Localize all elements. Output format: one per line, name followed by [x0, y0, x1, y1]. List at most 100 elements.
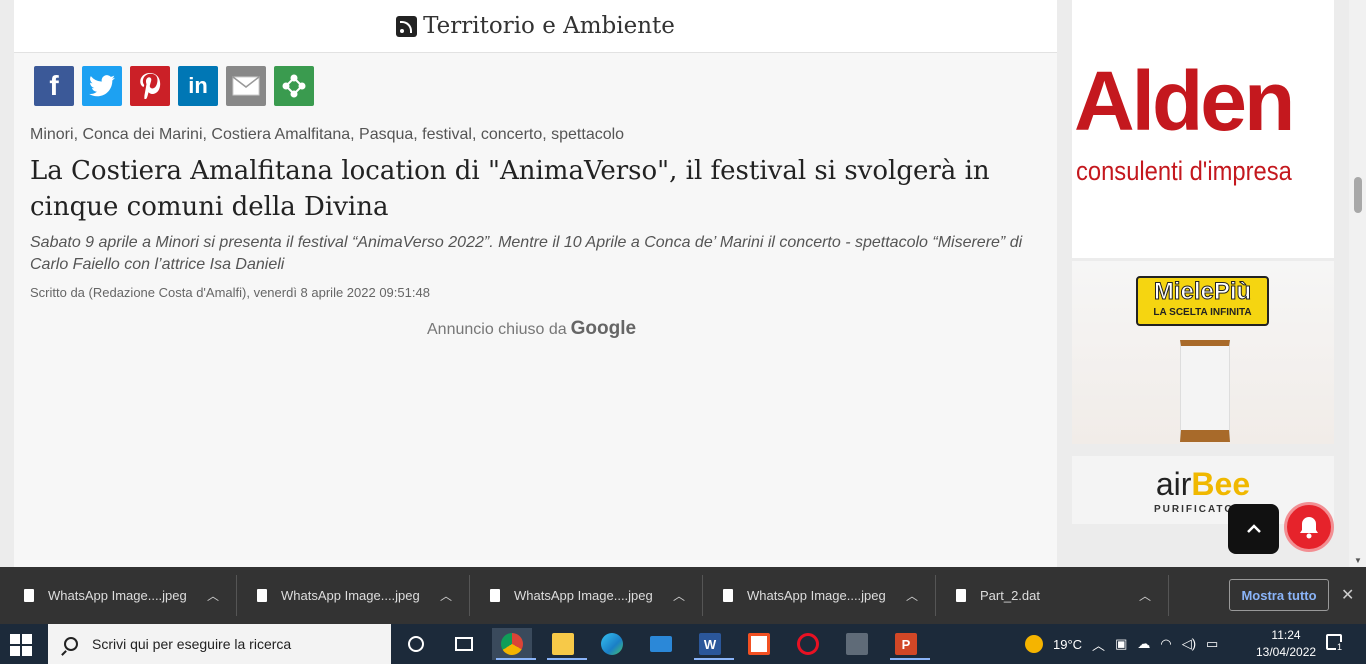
taskbar-app-mail[interactable] — [641, 628, 681, 660]
article-tags[interactable]: Minori, Conca dei Marini, Costiera Amalf… — [30, 126, 624, 144]
taskbar-app-calculator[interactable] — [837, 628, 877, 660]
powerpoint-icon: P — [895, 633, 917, 655]
section-header: Territorio e Ambiente — [14, 0, 1057, 53]
active-indicator — [547, 658, 587, 660]
twitter-share-button[interactable] — [82, 66, 122, 106]
cortana-button[interactable] — [396, 628, 436, 660]
clock-time: 11:24 — [1271, 628, 1301, 642]
store-icon — [748, 633, 770, 655]
clock-date: 13/04/2022 — [1256, 645, 1317, 659]
file-icon — [956, 589, 966, 602]
windows-taskbar: Scrivi qui per eseguire la ricerca W P 1… — [0, 624, 1366, 664]
article-byline: Scritto da (Redazione Costa d'Amalfi), v… — [30, 285, 430, 300]
scroll-to-top-button[interactable] — [1228, 504, 1279, 554]
page-scrollbar[interactable]: ▼ — [1349, 0, 1366, 567]
taskbar-app-edge[interactable] — [592, 628, 632, 660]
email-share-button[interactable] — [226, 66, 266, 106]
download-filename: Part_2.dat — [980, 588, 1040, 603]
chevron-up-icon[interactable]: ︿ — [1092, 635, 1105, 654]
chevron-up-icon — [1246, 524, 1261, 533]
download-item[interactable]: WhatsApp Image....jpeg ︿ — [24, 567, 224, 624]
taskbar-app-store[interactable] — [739, 628, 779, 660]
temperature[interactable]: 19°C — [1053, 637, 1082, 652]
chevron-up-icon[interactable]: ︿ — [673, 587, 685, 604]
download-filename: WhatsApp Image....jpeg — [281, 588, 420, 603]
show-all-downloads-button[interactable]: Mostra tutto — [1229, 579, 1329, 611]
linkedin-share-button[interactable]: in — [178, 66, 218, 106]
scrollbar-thumb[interactable] — [1354, 177, 1362, 213]
section-title[interactable]: Territorio e Ambiente — [423, 13, 675, 39]
chevron-up-icon[interactable]: ︿ — [440, 587, 452, 604]
pinterest-share-button[interactable] — [130, 66, 170, 106]
chevron-up-icon[interactable]: ︿ — [906, 587, 918, 604]
browser-viewport: Territorio e Ambiente f in Minori, Conca… — [0, 0, 1366, 567]
mielepiu-brand: MielePiù — [1153, 278, 1252, 306]
facebook-share-button[interactable]: f — [34, 66, 74, 106]
sidebar-ads: Alden consulenti d'impresa MielePiù LA S… — [1072, 0, 1334, 567]
active-indicator — [890, 658, 930, 660]
battery-icon[interactable]: ▭ — [1206, 636, 1218, 652]
antivirus-icon — [797, 633, 819, 655]
divider — [236, 575, 237, 616]
chevron-up-icon[interactable]: ︿ — [207, 587, 219, 604]
active-indicator — [496, 658, 536, 660]
mielepiu-ad[interactable]: MielePiù LA SCELTA INFINITA — [1072, 261, 1334, 444]
windows-logo-tile — [10, 646, 20, 656]
article-panel: Territorio e Ambiente f in Minori, Conca… — [14, 0, 1057, 567]
volume-icon[interactable]: ◁) — [1182, 636, 1196, 652]
file-icon — [490, 589, 500, 602]
cortana-icon — [408, 636, 424, 652]
rss-icon[interactable] — [396, 15, 418, 37]
chrome-icon — [501, 633, 523, 655]
close-icon[interactable]: ✕ — [1341, 585, 1354, 605]
download-filename: WhatsApp Image....jpeg — [514, 588, 653, 603]
alden-subtitle: consulenti d'impresa — [1076, 156, 1292, 186]
windows-logo-tile — [10, 634, 20, 644]
wifi-icon[interactable]: ◠ — [1160, 636, 1171, 652]
notification-count: 1 — [1336, 642, 1344, 652]
weather-sun-icon[interactable] — [1025, 635, 1043, 653]
taskbar-clock[interactable]: 11:24 13/04/2022 — [1256, 627, 1316, 661]
download-filename: WhatsApp Image....jpeg — [747, 588, 886, 603]
search-placeholder: Scrivi qui per eseguire la ricerca — [92, 636, 292, 652]
file-icon — [24, 589, 34, 602]
download-item[interactable]: WhatsApp Image....jpeg ︿ — [490, 567, 690, 624]
airbee-logo: airBee — [1072, 456, 1334, 504]
mielepiu-logo: MielePiù LA SCELTA INFINITA — [1136, 276, 1269, 326]
scroll-down-arrow-icon[interactable]: ▼ — [1354, 556, 1362, 565]
taskbar-app-antivirus[interactable] — [788, 628, 828, 660]
windows-start-button[interactable] — [10, 634, 32, 656]
article-summary: Sabato 9 aprile a Minori si presenta il … — [30, 234, 1023, 273]
alden-ad[interactable]: Alden consulenti d'impresa — [1072, 0, 1334, 258]
meet-icon[interactable]: ▣ — [1115, 636, 1127, 652]
divider — [1168, 575, 1169, 616]
taskbar-app-explorer[interactable] — [543, 628, 587, 660]
share-buttons: f in — [34, 66, 314, 106]
file-icon — [723, 589, 733, 602]
article-headline: La Costiera Amalfitana location di "Anim… — [30, 156, 990, 222]
twitter-icon — [89, 75, 115, 97]
task-view-icon — [455, 637, 473, 651]
more-share-button[interactable] — [274, 66, 314, 106]
taskbar-app-powerpoint[interactable]: P — [886, 628, 930, 660]
download-item[interactable]: WhatsApp Image....jpeg ︿ — [723, 567, 923, 624]
search-icon — [64, 637, 78, 651]
notification-center-icon[interactable]: 1 — [1326, 634, 1344, 652]
taskbar-app-chrome[interactable] — [492, 628, 536, 660]
download-item[interactable]: WhatsApp Image....jpeg ︿ — [257, 567, 457, 624]
notification-bell-button[interactable] — [1284, 502, 1334, 552]
calculator-icon — [846, 633, 868, 655]
active-indicator — [694, 658, 734, 660]
chevron-up-icon[interactable]: ︿ — [1139, 587, 1151, 604]
word-icon: W — [699, 633, 721, 655]
airbee-brand-b: Bee — [1191, 466, 1251, 502]
taskbar-search-box[interactable]: Scrivi qui per eseguire la ricerca — [48, 624, 391, 664]
bell-icon — [1300, 517, 1318, 539]
purifier-product-image — [1180, 340, 1230, 442]
onedrive-error-icon[interactable]: ☁ — [1137, 636, 1150, 652]
download-item[interactable]: Part_2.dat ︿ — [956, 567, 1156, 624]
task-view-button[interactable] — [444, 628, 484, 660]
taskbar-app-word[interactable]: W — [690, 628, 734, 660]
file-icon — [257, 589, 267, 602]
edge-icon — [601, 633, 623, 655]
